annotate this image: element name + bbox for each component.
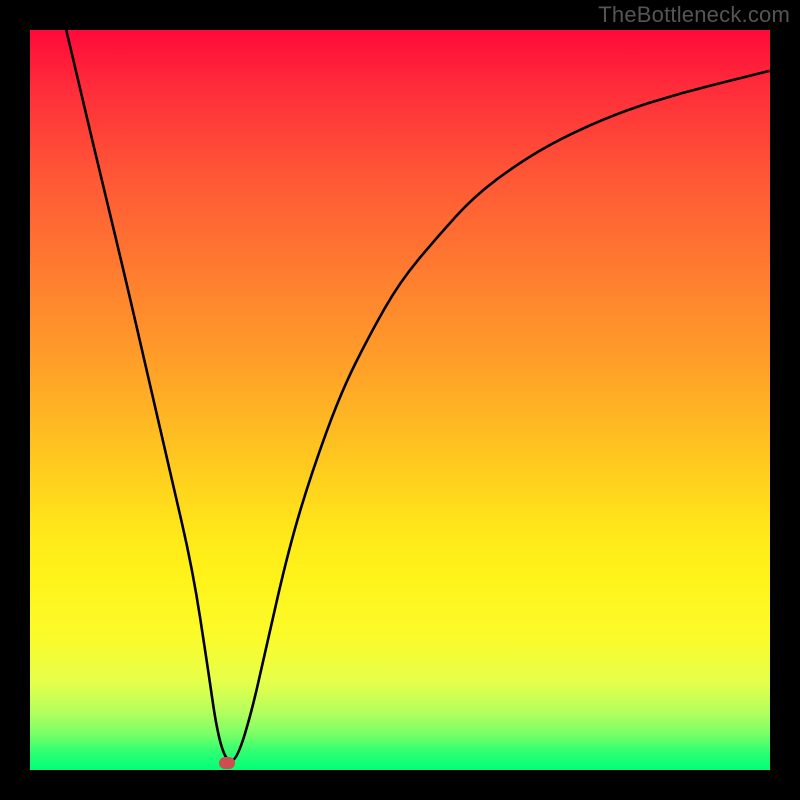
chart-frame: TheBottleneck.com (0, 0, 800, 800)
minimum-marker (219, 757, 235, 769)
watermark-text: TheBottleneck.com (598, 2, 790, 28)
curve-svg (30, 30, 770, 770)
plot-area (30, 30, 770, 770)
bottleneck-curve (66, 30, 770, 761)
